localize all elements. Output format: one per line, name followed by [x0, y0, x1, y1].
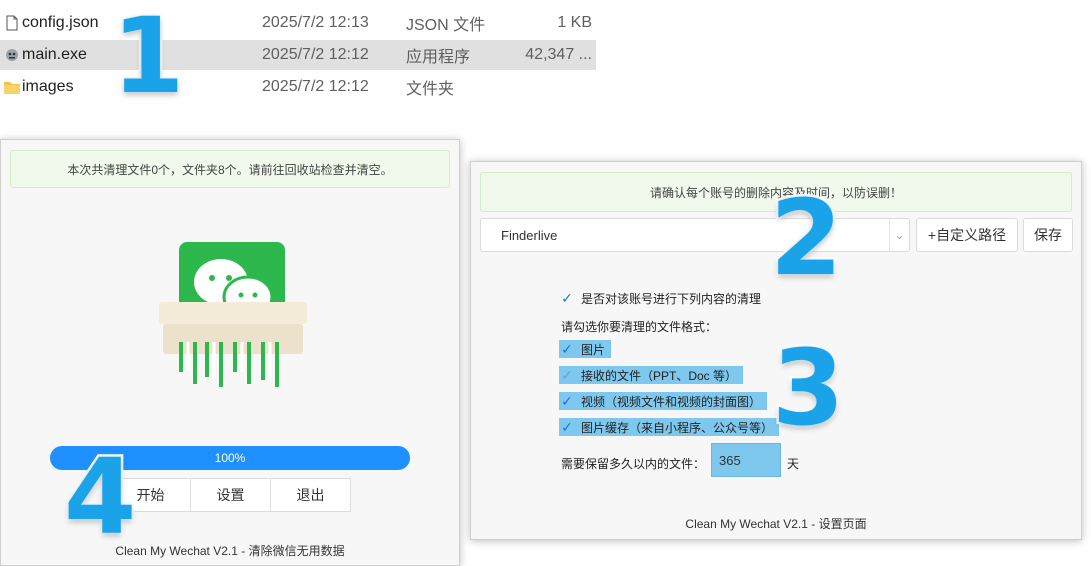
file-row-images[interactable]: images 2025/7/2 12:12 文件夹: [0, 72, 596, 102]
check-icon: ✓: [561, 418, 573, 435]
format-label: 图片缓存（来自小程序、公众号等）: [581, 420, 774, 435]
custom-path-button[interactable]: +自定义路径: [916, 218, 1018, 252]
settings-button[interactable]: 设置: [191, 479, 271, 511]
progress-label: 100%: [214, 451, 246, 465]
format-label: 接收的文件（PPT、Doc 等）: [581, 368, 738, 383]
enable-clean-label: 是否对该账号进行下列内容的清理: [581, 291, 762, 306]
folder-icon: [4, 78, 20, 96]
file-type: JSON 文件: [406, 17, 486, 34]
callout-number-4: 4: [61, 436, 138, 558]
file-size: 42,347 ...: [525, 46, 592, 63]
file-size: 1 KB: [557, 14, 592, 31]
wechat-shredder-icon: [151, 242, 311, 392]
enable-clean-checkbox[interactable]: ✓ 是否对该账号进行下列内容的清理: [559, 289, 761, 307]
exe-app-icon: [4, 46, 20, 64]
retain-label: 需要保留多久以内的文件：: [561, 457, 706, 471]
format-prompt: 请勾选你要清理的文件格式：: [561, 320, 718, 334]
file-date: 2025/7/2 12:12: [262, 78, 369, 95]
check-icon: ✓: [561, 392, 573, 409]
check-icon: ✓: [561, 340, 573, 357]
format-checkbox-files[interactable]: ✓ 接收的文件（PPT、Doc 等）: [559, 366, 744, 384]
file-type: 文件夹: [406, 81, 455, 98]
action-button-group: 开始 设置 退出: [110, 478, 351, 512]
check-icon: ✓: [561, 289, 573, 306]
exit-button[interactable]: 退出: [271, 479, 350, 511]
format-checkbox-image-cache[interactable]: ✓ 图片缓存（来自小程序、公众号等）: [559, 418, 780, 436]
format-checkbox-videos[interactable]: ✓ 视频（视频文件和视频的封面图）: [559, 392, 768, 410]
callout-number-2: 2: [767, 177, 844, 299]
file-row-main-exe[interactable]: main.exe 2025/7/2 12:12 应用程序 42,347 ...: [0, 40, 596, 70]
format-checkbox-images[interactable]: ✓ 图片: [559, 340, 612, 358]
json-file-icon: [4, 14, 20, 32]
account-select-value: Finderlive: [501, 227, 558, 243]
format-label: 视频（视频文件和视频的封面图）: [581, 394, 762, 409]
callout-number-1: 1: [109, 0, 186, 117]
chevron-down-icon[interactable]: ⌄: [889, 219, 909, 251]
settings-footer: Clean My Wechat V2.1 - 设置页面: [685, 517, 867, 531]
file-type: 应用程序: [406, 49, 471, 66]
callout-number-3: 3: [769, 327, 846, 449]
save-button[interactable]: 保存: [1023, 218, 1073, 252]
file-date: 2025/7/2 12:13: [262, 14, 369, 31]
account-select[interactable]: Finderlive ⌄: [480, 218, 910, 252]
retain-days-input[interactable]: 365: [711, 443, 781, 477]
format-label: 图片: [581, 342, 606, 357]
check-icon: ✓: [561, 366, 573, 383]
file-date: 2025/7/2 12:12: [262, 46, 369, 63]
retain-unit: 天: [787, 457, 800, 471]
result-banner: 本次共清理文件0个，文件夹8个。请前往回收站检查并清空。: [10, 150, 450, 188]
retain-days-value: 365: [719, 452, 741, 468]
file-row-config[interactable]: config.json 2025/7/2 12:13 JSON 文件 1 KB: [0, 8, 596, 38]
